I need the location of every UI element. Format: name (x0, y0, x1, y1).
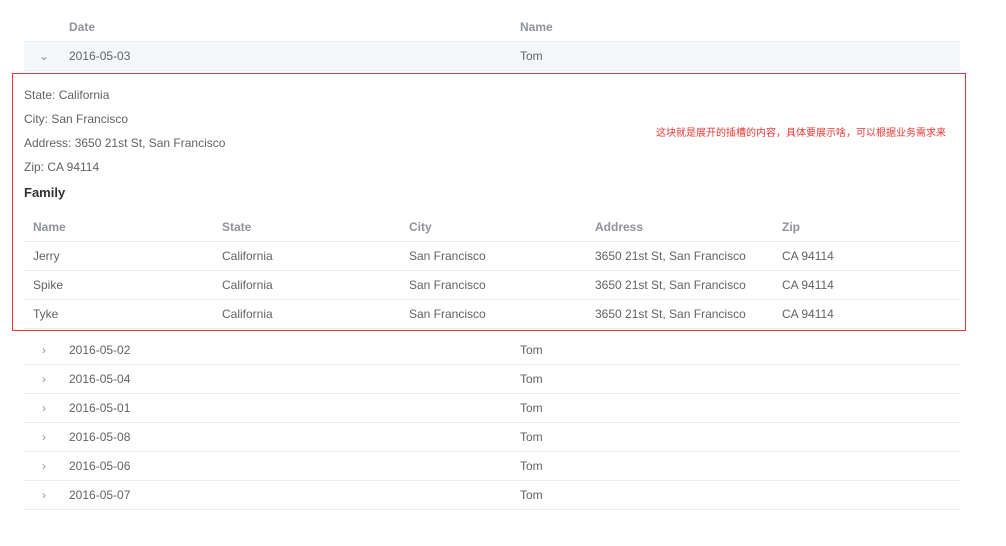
row-date: 2016-05-03 (69, 49, 131, 63)
family-title: Family (24, 185, 66, 200)
family-cell-city: San Francisco (409, 307, 486, 321)
annotation-note: 这块就是展开的插槽的内容，具体要展示啥，可以根据业务需求来 (656, 128, 946, 139)
family-cell-name: Tyke (33, 307, 59, 321)
family-header-state[interactable]: State (222, 213, 251, 242)
chevron-right-icon[interactable]: › (36, 452, 52, 481)
collapsed-rows: › 2016-05-02 Tom › 2016-05-04 Tom › 2016… (24, 336, 960, 510)
family-cell-name: Spike (33, 278, 64, 292)
table-row[interactable]: › 2016-05-04 Tom (24, 365, 960, 394)
detail-address: Address: 3650 21st St, San Francisco (24, 136, 226, 150)
family-header-address[interactable]: Address (595, 213, 643, 242)
family-cell-state: California (222, 278, 273, 292)
row-date: 2016-05-06 (69, 459, 131, 473)
row-date: 2016-05-02 (69, 343, 131, 357)
family-cell-address: 3650 21st St, San Francisco (595, 307, 746, 321)
family-cell-zip: CA 94114 (782, 278, 834, 292)
row-date: 2016-05-01 (69, 401, 131, 415)
chevron-down-icon[interactable]: ⌄ (36, 42, 52, 71)
chevron-right-icon[interactable]: › (36, 481, 52, 510)
row-name: Tom (520, 343, 543, 357)
table-row[interactable]: › 2016-05-08 Tom (24, 423, 960, 452)
family-cell-zip: CA 94114 (782, 249, 834, 263)
row-name: Tom (520, 488, 543, 502)
row-date: 2016-05-07 (69, 488, 131, 502)
table-header: Date Name (24, 12, 960, 42)
family-cell-name: Jerry (33, 249, 60, 263)
detail-state: State: California (24, 88, 110, 102)
table-row[interactable]: › 2016-05-01 Tom (24, 394, 960, 423)
chevron-right-icon[interactable]: › (36, 423, 52, 452)
family-header-city[interactable]: City (409, 213, 432, 242)
row-name: Tom (520, 401, 543, 415)
table-row[interactable]: › 2016-05-02 Tom (24, 336, 960, 365)
outer-table: Date Name ⌄ 2016-05-03 Tom (24, 12, 960, 71)
family-cell-city: San Francisco (409, 278, 486, 292)
table-row[interactable]: ⌄ 2016-05-03 Tom (24, 42, 960, 71)
row-name: Tom (520, 49, 543, 63)
family-cell-zip: CA 94114 (782, 307, 834, 321)
family-cell-state: California (222, 249, 273, 263)
family-table-header: Name State City Address Zip (24, 213, 960, 242)
family-row[interactable]: Tyke California San Francisco 3650 21st … (24, 300, 960, 329)
row-name: Tom (520, 372, 543, 386)
row-name: Tom (520, 430, 543, 444)
family-header-zip[interactable]: Zip (782, 213, 800, 242)
family-cell-address: 3650 21st St, San Francisco (595, 278, 746, 292)
family-cell-address: 3650 21st St, San Francisco (595, 249, 746, 263)
detail-city: City: San Francisco (24, 112, 129, 126)
column-header-date[interactable]: Date (69, 12, 95, 42)
chevron-right-icon[interactable]: › (36, 394, 52, 423)
row-date: 2016-05-08 (69, 430, 131, 444)
detail-zip: Zip: CA 94114 (24, 160, 100, 174)
chevron-right-icon[interactable]: › (36, 336, 52, 365)
family-cell-state: California (222, 307, 273, 321)
table-row[interactable]: › 2016-05-06 Tom (24, 452, 960, 481)
column-header-name[interactable]: Name (520, 12, 553, 42)
family-row[interactable]: Jerry California San Francisco 3650 21st… (24, 242, 960, 271)
table-row[interactable]: › 2016-05-07 Tom (24, 481, 960, 510)
row-date: 2016-05-04 (69, 372, 131, 386)
family-table: Name State City Address Zip Jerry Califo… (24, 213, 960, 329)
row-name: Tom (520, 459, 543, 473)
family-header-name[interactable]: Name (33, 213, 66, 242)
chevron-right-icon[interactable]: › (36, 365, 52, 394)
family-cell-city: San Francisco (409, 249, 486, 263)
family-row[interactable]: Spike California San Francisco 3650 21st… (24, 271, 960, 300)
